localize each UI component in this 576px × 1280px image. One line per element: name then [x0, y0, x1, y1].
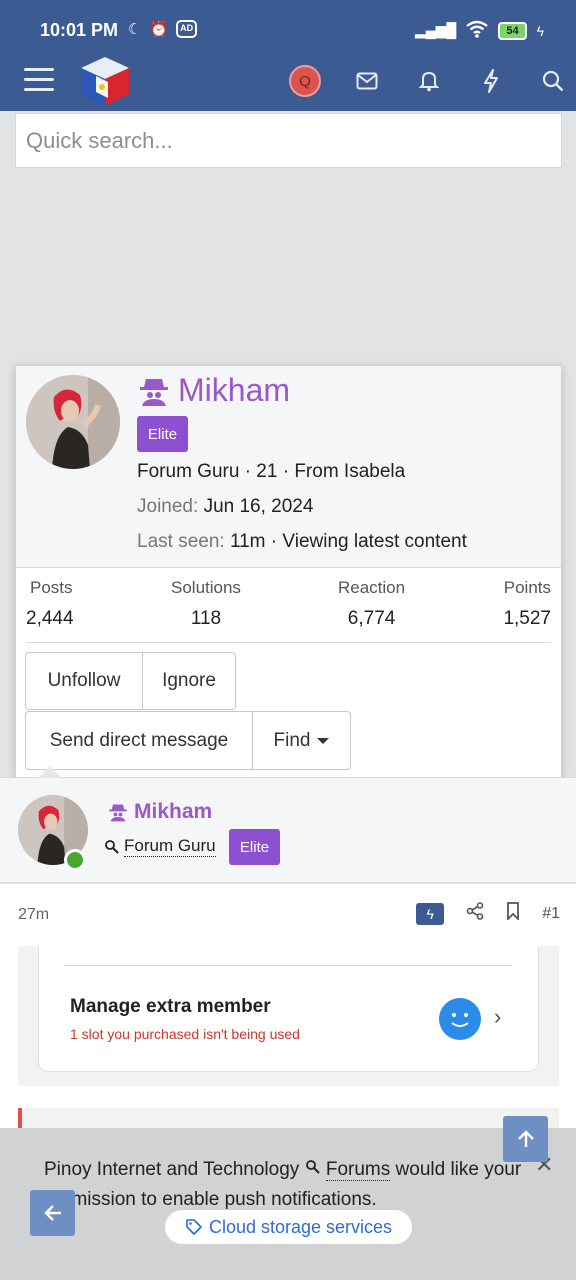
bolt-icon[interactable] — [460, 64, 522, 98]
stat-value: 2,444 — [26, 608, 74, 629]
stat-label: Posts — [30, 578, 73, 597]
stat-posts[interactable]: Posts 2,444 — [26, 578, 74, 630]
tag-label[interactable]: Cloud storage services — [209, 1217, 392, 1238]
share-icon[interactable] — [466, 902, 484, 925]
user-avatar[interactable]: Q — [289, 65, 321, 97]
ignore-button[interactable]: Ignore — [142, 652, 236, 710]
joined-label: Joined: — [137, 496, 199, 517]
joined-value: Jun 16, 2024 — [203, 496, 314, 517]
embedded-subtitle: 1 slot you purchased isn't being used — [70, 1026, 300, 1042]
alarm-icon: ⏰ — [149, 21, 169, 38]
post-author-name[interactable]: Mikham — [108, 800, 212, 824]
joined-line: Joined: Jun 16, 2024 — [137, 496, 313, 518]
search-input[interactable] — [16, 114, 561, 167]
tag-link[interactable]: Cloud storage services — [165, 1210, 412, 1244]
unfollow-button[interactable]: Unfollow — [25, 652, 143, 710]
stat-label: Solutions — [171, 578, 241, 597]
post-user-header: Mikham Forum Guru Elite — [0, 766, 576, 883]
wifi-icon — [466, 20, 489, 41]
moon-icon: ☾ — [128, 21, 142, 38]
user-title-text: Forum Guru — [124, 836, 216, 857]
push-forums-link[interactable]: Forums — [325, 1159, 391, 1181]
arrow-left-icon — [43, 1205, 61, 1221]
bolt-icon[interactable]: ϟ — [416, 902, 445, 925]
stat-value: 1,527 — [503, 608, 551, 629]
signal-icon: ▂▄▆█ — [414, 22, 457, 38]
search-icon[interactable] — [522, 64, 576, 98]
member-name[interactable]: Mikham — [138, 372, 290, 409]
member-info-line: Forum Guru · 21 · From Isabela — [137, 461, 406, 482]
stat-value: 118 — [190, 608, 222, 629]
member-stats: Posts 2,444 Solutions 118 Reaction 6,774… — [16, 578, 561, 642]
site-logo[interactable] — [78, 54, 132, 108]
push-text: Pinoy Internet and Technology Forums wou… — [44, 1155, 524, 1215]
find-label: Find — [273, 729, 311, 751]
send-message-button[interactable]: Send direct message — [25, 711, 253, 770]
status-time: 10:01 PM — [40, 20, 119, 40]
back-button[interactable] — [30, 1190, 75, 1236]
online-status-icon — [64, 849, 86, 871]
stat-solutions[interactable]: Solutions 118 — [171, 578, 241, 630]
menu-icon[interactable] — [24, 68, 54, 92]
scroll-up-button[interactable] — [503, 1116, 548, 1162]
find-button[interactable]: Find — [252, 711, 351, 770]
nav-icons: Q — [274, 64, 576, 98]
bell-icon[interactable] — [398, 64, 460, 98]
stat-reaction[interactable]: Reaction 6,774 — [338, 578, 405, 630]
elite-badge: Elite — [229, 829, 280, 865]
last-seen-value: 11m · Viewing latest content — [229, 531, 467, 552]
search-icon — [105, 839, 119, 854]
member-avatar[interactable] — [26, 375, 120, 469]
caret-down-icon — [317, 737, 330, 744]
member-name-text[interactable]: Mikham — [178, 372, 290, 409]
card-header: Mikham Elite Forum Guru · 21 · From Isab… — [16, 366, 561, 568]
bookmark-icon[interactable] — [506, 902, 520, 925]
user-menu[interactable]: Q — [274, 64, 336, 98]
post-age[interactable]: 27m — [18, 906, 49, 924]
battery-icon: 54 — [498, 21, 527, 40]
ad-badge-icon: AD — [176, 20, 198, 38]
embedded-title: Manage extra member — [70, 996, 271, 1017]
top-bar: 10:01 PM ☾ ⏰ AD ▂▄▆█ 54 ϟ Q — [0, 0, 576, 111]
chevron-right-icon: › — [494, 1004, 502, 1029]
user-title: Forum Guru — [104, 836, 216, 857]
last-seen-label: Last seen: — [137, 531, 225, 552]
status-bar: 10:01 PM ☾ ⏰ AD ▂▄▆█ 54 ϟ — [0, 0, 576, 60]
elite-badge: Elite — [137, 416, 188, 452]
divider — [26, 642, 551, 643]
search-icon — [305, 1159, 326, 1180]
status-icons: ☾ ⏰ AD — [128, 20, 198, 38]
last-seen-line: Last seen: 11m · Viewing latest content — [137, 531, 467, 553]
stat-points[interactable]: Points 1,527 — [503, 578, 551, 630]
stat-label: Reaction — [338, 578, 406, 597]
charging-icon: ϟ — [536, 22, 544, 39]
tag-icon — [186, 1219, 202, 1235]
post-author-text[interactable]: Mikham — [134, 800, 212, 824]
push-text-part1: Pinoy Internet and Technology — [44, 1159, 300, 1180]
divider — [64, 965, 512, 966]
inbox-icon[interactable] — [336, 64, 398, 98]
member-tooltip-card: Mikham Elite Forum Guru · 21 · From Isab… — [15, 365, 562, 779]
post-meta-row: 27m ϟ #1 — [0, 884, 576, 946]
post-number[interactable]: #1 — [542, 905, 560, 923]
incognito-icon — [109, 804, 127, 822]
smiley-icon — [439, 998, 481, 1040]
incognito-icon — [140, 378, 168, 406]
arrow-up-icon — [517, 1130, 534, 1147]
post-actions: ϟ #1 — [416, 902, 560, 925]
status-right: ▂▄▆█ 54 ϟ — [415, 20, 544, 41]
stat-label: Points — [503, 578, 551, 597]
stat-value: 6,774 — [347, 608, 396, 629]
nav-bar: Q — [0, 56, 576, 108]
tooltip-arrow — [38, 766, 62, 778]
quick-search[interactable] — [15, 113, 562, 168]
